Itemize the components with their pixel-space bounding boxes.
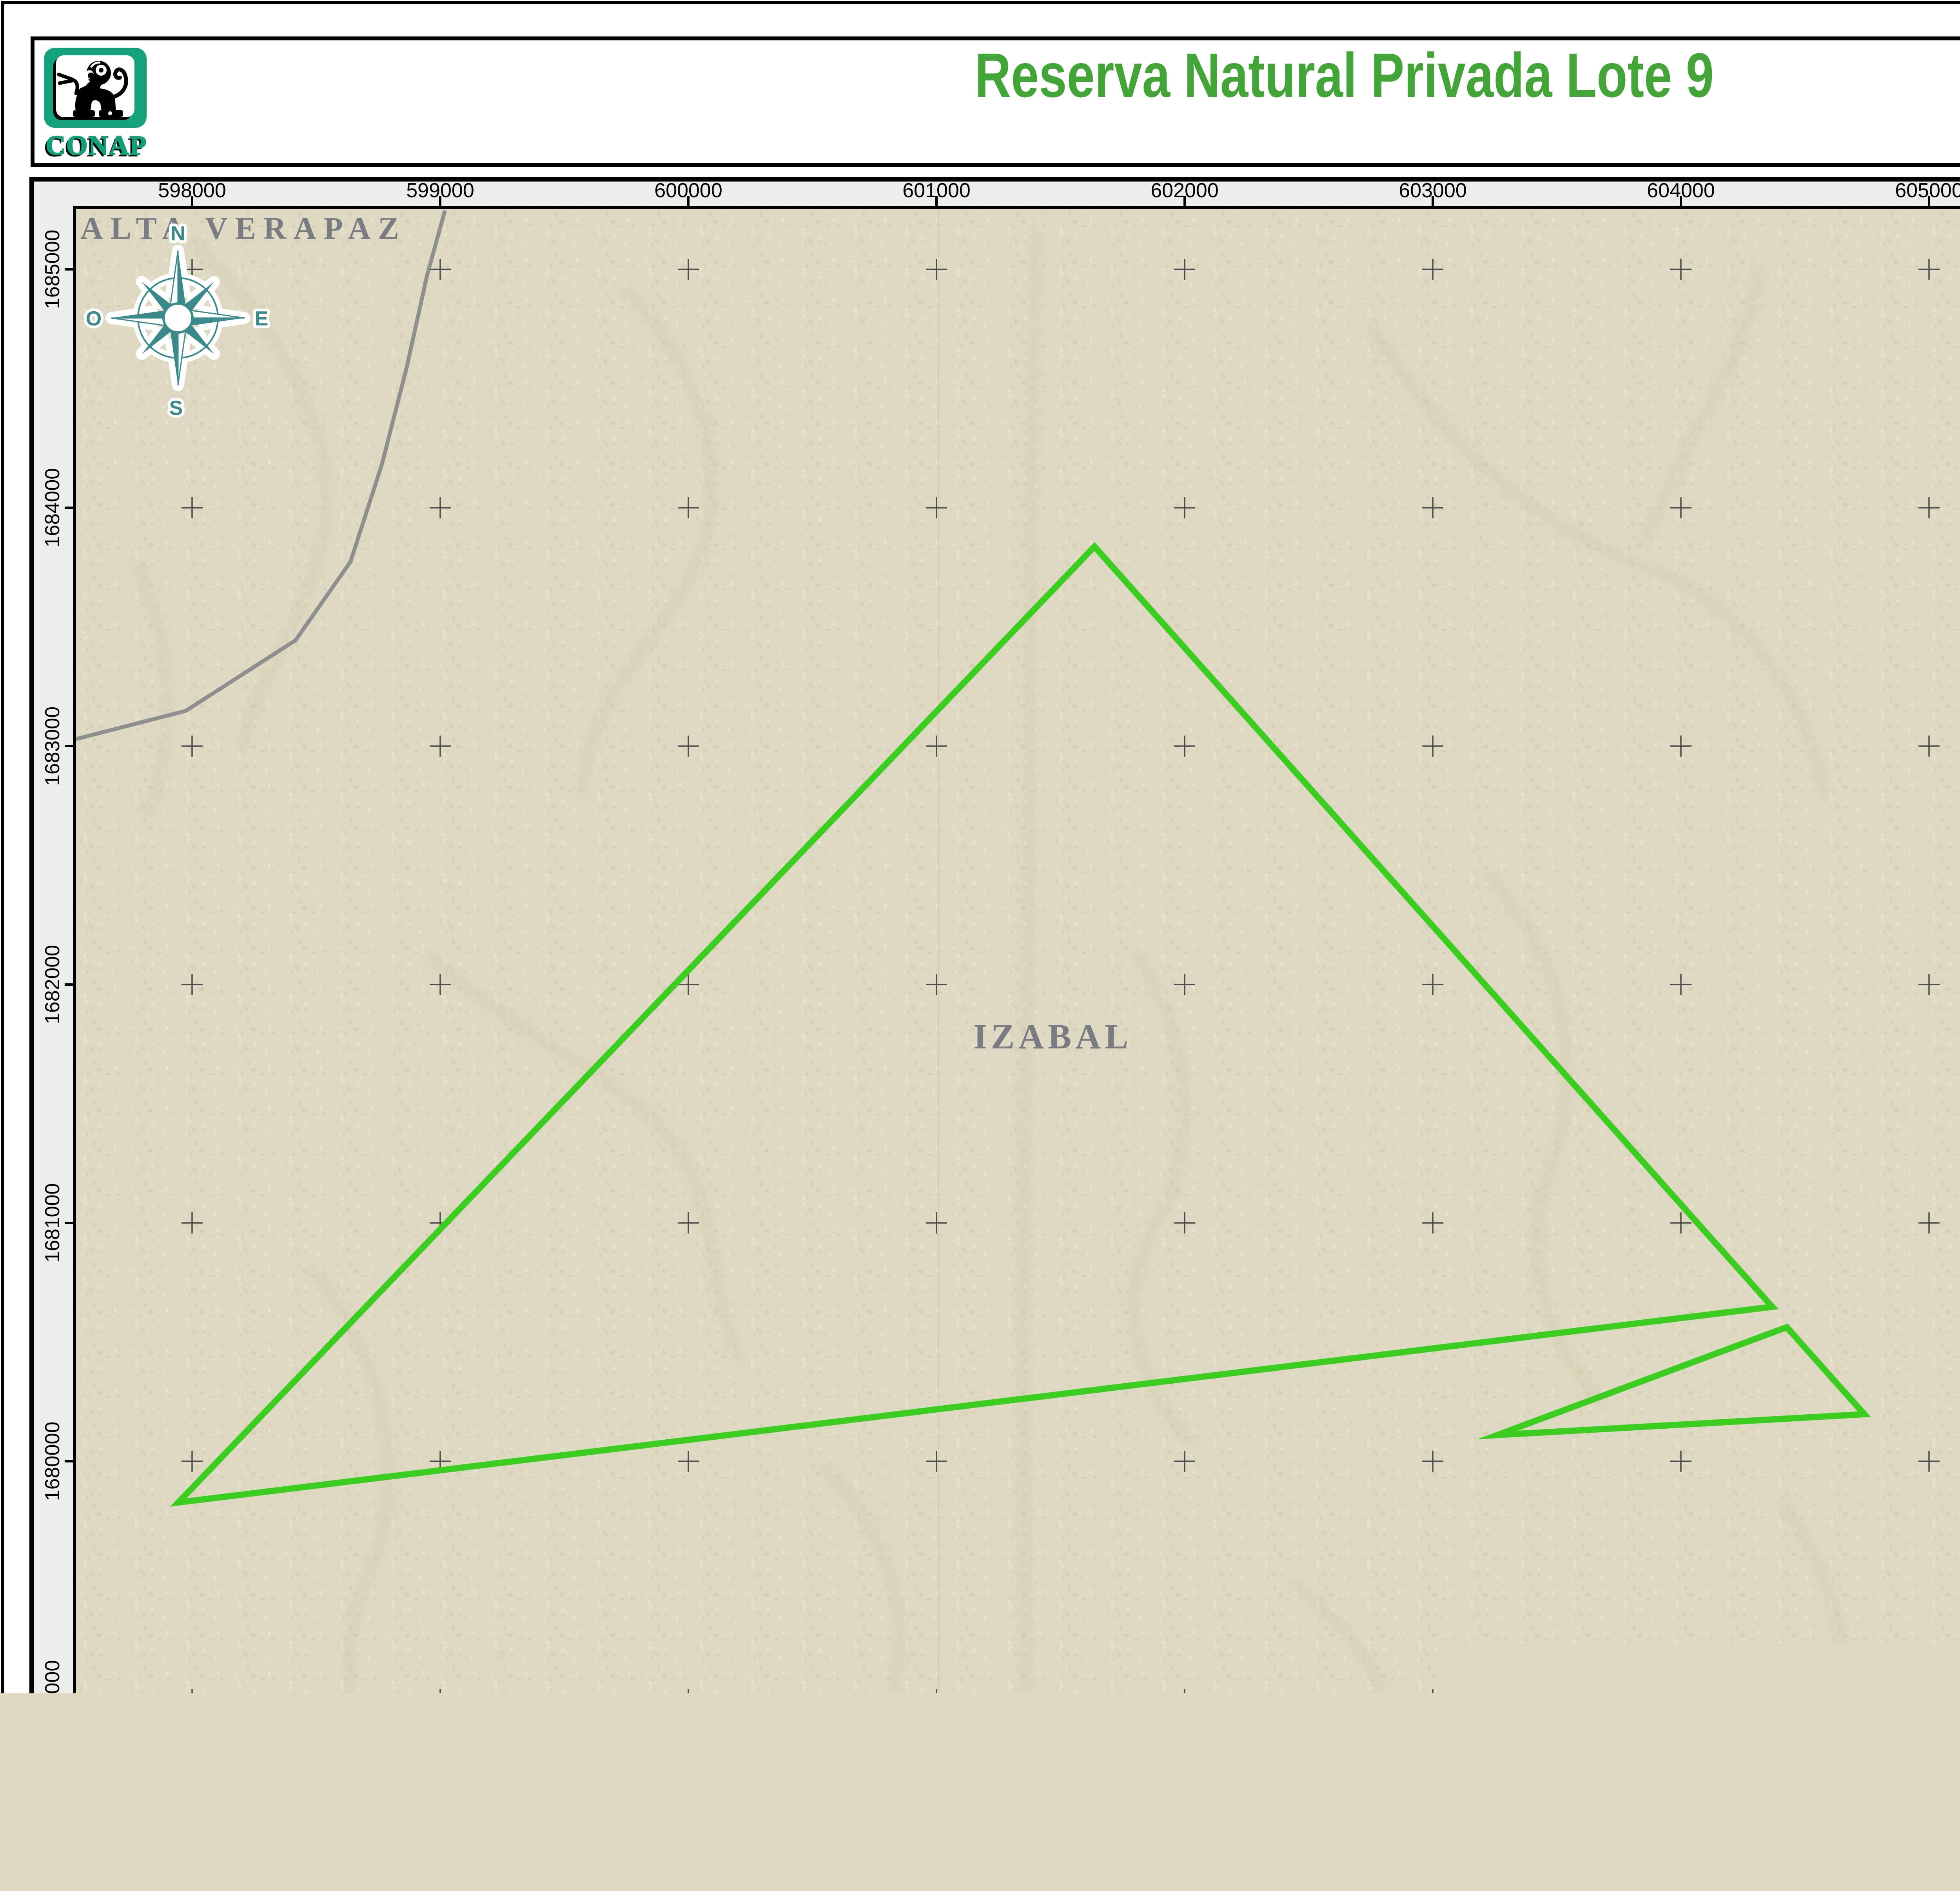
svg-text:S: S (169, 397, 183, 420)
svg-text:Kilómetros: Kilómetros (486, 1719, 608, 1748)
svg-text:ALTA VERAPAZ: ALTA VERAPAZ (80, 211, 407, 246)
svg-text:N: N (171, 222, 185, 245)
svg-text:1.23: 1.23 (419, 1719, 470, 1748)
svg-text:0.31: 0.31 (209, 1719, 259, 1748)
svg-text:IZABAL: IZABAL (973, 1017, 1132, 1056)
svg-text:E: E (255, 307, 269, 330)
svg-text:0.61: 0.61 (280, 1719, 330, 1748)
svg-text:ZACAPA: ZACAPA (736, 1758, 907, 1798)
svg-text:O: O (86, 307, 102, 330)
svg-text:0: 0 (153, 1719, 167, 1748)
